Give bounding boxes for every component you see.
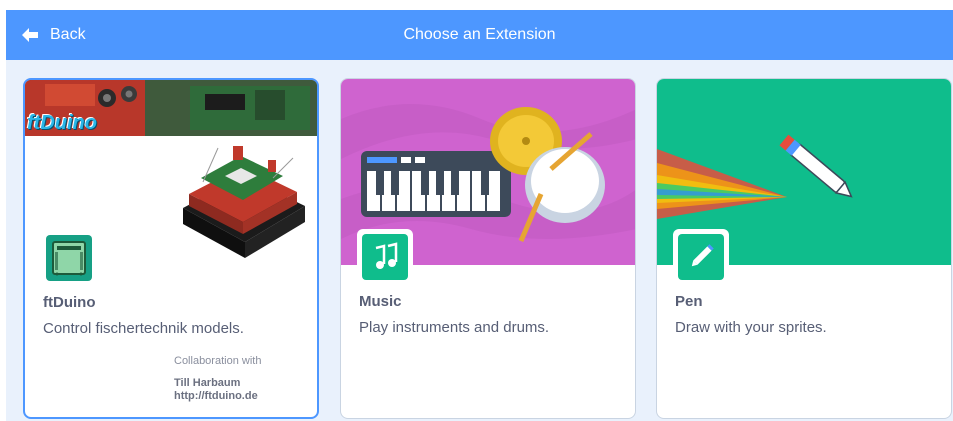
collaborator-url: http://ftduino.de (174, 390, 258, 402)
back-label: Back (50, 26, 86, 43)
back-arrow-icon (22, 28, 38, 42)
extension-name: ftDuino (43, 294, 96, 311)
ftduino-hardware-image (173, 138, 313, 264)
extension-card-pen[interactable]: Pen Draw with your sprites. (656, 78, 952, 419)
collaborator-info: Till Harbaum http://ftduino.de (174, 377, 258, 403)
extension-description: Control fischertechnik models. (43, 320, 244, 337)
back-button[interactable]: Back (20, 10, 86, 60)
music-icon-box (357, 229, 413, 285)
ftduino-board-icon (46, 235, 92, 281)
extension-description: Draw with your sprites. (675, 319, 827, 336)
pen-icon (678, 234, 724, 280)
extension-card-ftduino[interactable]: ftDuino ftDuino Control fischertechnik m… (23, 78, 319, 419)
music-notes-icon (362, 234, 408, 280)
extension-library: Back Choose an Extension ftDuino ftDuino… (6, 10, 953, 421)
extension-description: Play instruments and drums. (359, 319, 550, 336)
ftduino-banner-text: ftDuino (27, 112, 97, 134)
collaborator-name: Till Harbaum (174, 377, 241, 389)
library-header: Back Choose an Extension (6, 10, 953, 60)
ftduino-icon-box (41, 230, 97, 286)
library-title: Choose an Extension (403, 26, 556, 43)
extension-name: Pen (675, 293, 703, 310)
collaboration-label: Collaboration with (174, 355, 262, 367)
extension-card-music[interactable]: Music Play instruments and drums. (340, 78, 636, 419)
pen-icon-box (673, 229, 729, 285)
extension-name: Music (359, 293, 402, 310)
